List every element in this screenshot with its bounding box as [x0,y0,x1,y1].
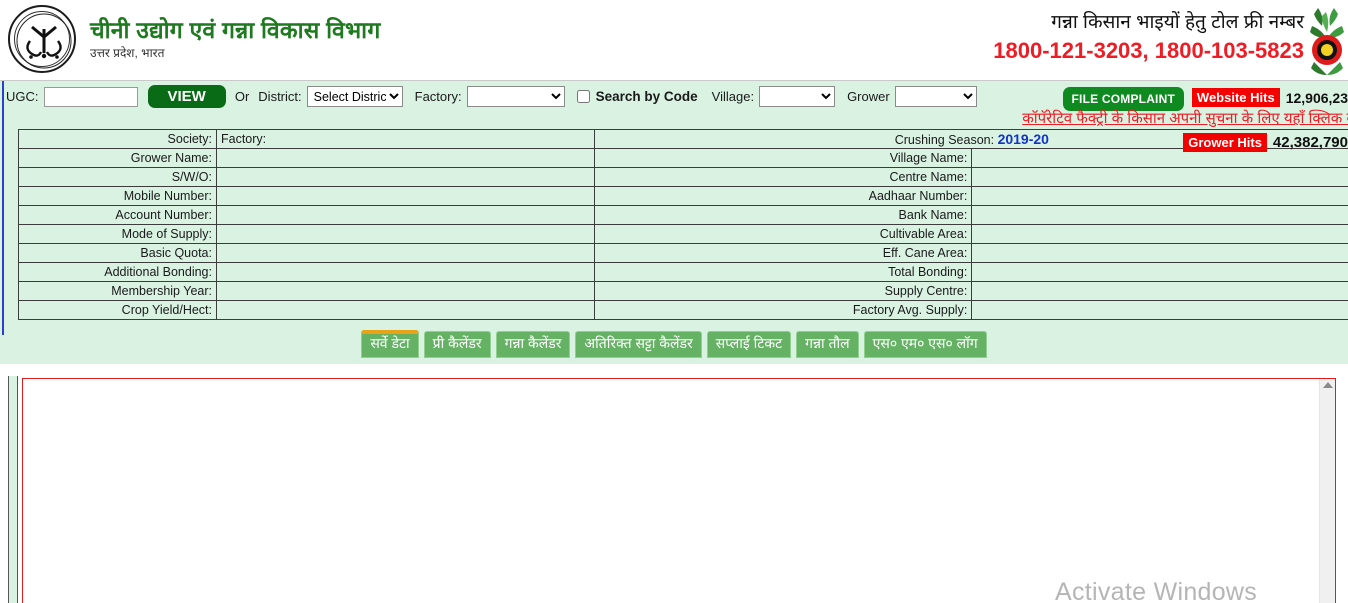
detail-right-label: Supply Centre: [593,281,973,301]
table-row: Account Number: Bank Name: [18,205,1348,225]
grower-hits-value: 42,382,790 [1272,134,1348,151]
tab-content-pane [22,378,1336,603]
department-subtitle: उत्तर प्रदेश, भारत [90,46,165,61]
detail-right-label: Village Name: [593,148,973,168]
grower-hits-tag: Grower Hits [1183,133,1267,152]
tollfree-label: गन्ना किसान भाइयों हेतु टोल फ्री नम्बर [1051,12,1304,33]
detail-right-value [971,186,1348,206]
detail-left-label: Crop Yield/Hect: [18,300,217,320]
grower-details-panel: Society: Factory: Crushing Season: 2019-… [0,127,1348,326]
grower-details-table: Society: Factory: Crushing Season: 2019-… [18,129,1348,320]
district-select[interactable]: Select District [306,86,403,107]
detail-left-label: Basic Quota: [18,243,217,263]
view-button[interactable]: VIEW [147,85,226,108]
detail-right-value [971,224,1348,244]
department-name-block: चीनी उद्योग एवं गन्ना विकास विभाग उत्तर … [90,17,381,61]
detail-left-value [216,300,595,320]
header-brand: चीनी उद्योग एवं गन्ना विकास विभाग उत्तर … [8,5,381,73]
table-row: Mode of Supply: Cultivable Area: [18,224,1348,244]
table-row-header: Society: Factory: Crushing Season: 2019-… [18,129,1348,149]
table-row: Crop Yield/Hect: Factory Avg. Supply: [18,300,1348,320]
table-row: Mobile Number: Aadhaar Number: [18,186,1348,206]
detail-right-label: Centre Name: [593,167,973,187]
sugarcane-emblem-icon [1304,4,1348,78]
detail-left-value [216,224,595,244]
table-row: Additional Bonding: Total Bonding: [18,262,1348,282]
detail-right-value [971,205,1348,225]
society-label: Society: [18,129,217,149]
grower-hits: Grower Hits 42,382,790 [1183,133,1348,152]
detail-right-label: Aadhaar Number: [593,186,973,206]
tab-1[interactable]: प्री कैलेंडर [423,331,491,358]
detail-left-label: Grower Name: [18,148,217,168]
detail-left-value [216,262,595,282]
detail-left-value [216,148,595,168]
district-label: District: [258,89,302,104]
detail-right-label: Eff. Cane Area: [593,243,973,263]
search-by-code-label: Search by Code [595,89,698,104]
detail-right-value [971,243,1348,263]
tab-content-body [23,379,1335,391]
page-left-rule [2,81,4,335]
detail-right-value [971,281,1348,301]
tab-6[interactable]: एस० एम० एस० लॉग [863,331,987,358]
detail-left-label: Mobile Number: [18,186,217,206]
detail-right-value [971,262,1348,282]
search-by-code-checkbox[interactable] [576,90,590,103]
department-title: चीनी उद्योग एवं गन्ना विकास विभाग [90,16,381,43]
detail-left-value [216,281,595,301]
uttar-pradesh-government-emblem-icon [8,5,76,73]
detail-left-value [216,205,595,225]
grower-label: Grower [847,89,890,104]
site-header: चीनी उद्योग एवं गन्ना विकास विभाग उत्तर … [0,0,1348,81]
detail-left-label: Additional Bonding: [18,262,217,282]
crushing-season-label: Crushing Season: [894,133,995,147]
detail-right-label: Total Bonding: [593,262,973,282]
tab-5[interactable]: गन्ना तौल [796,331,859,358]
grower-select[interactable] [894,86,977,107]
crushing-season-value: 2019-20 [997,131,1049,147]
table-row: Grower Name: Village Name: [18,148,1348,168]
factory-label: Factory: [414,89,462,104]
page-root: चीनी उद्योग एवं गन्ना विकास विभाग उत्तर … [0,0,1348,603]
content-scrollbar[interactable] [1319,379,1335,603]
content-gutter [8,376,18,603]
ugc-label: UGC: [6,89,39,104]
cooperative-factory-link[interactable]: कॉपॅरेटिव फैक्ट्री के किसान अपनी सुचना क… [1022,108,1348,127]
tollfree-numbers: 1800-121-3203, 1800-103-5823 [993,38,1304,63]
detail-rows-body: Grower Name: Village Name: S/W/O: Centre Na… [18,148,1348,320]
factory-label-cell: Factory: [216,129,595,149]
tab-3[interactable]: अतिरिक्त सट्टा कैलेंडर [575,331,702,358]
detail-right-value [971,167,1348,187]
detail-right-label: Cultivable Area: [593,224,973,244]
village-label: Village: [711,89,755,104]
detail-left-value [216,186,595,206]
scroll-up-arrow-icon[interactable] [1322,382,1333,388]
table-row: Basic Quota: Eff. Cane Area: [18,243,1348,263]
detail-left-label: Mode of Supply: [18,224,217,244]
search-toolbar: UGC: VIEW Or District: Select District F… [0,81,1348,127]
ugc-input[interactable] [43,86,138,107]
detail-left-value [216,167,595,187]
detail-right-value [971,300,1348,320]
website-hits-tag: Website Hits [1191,88,1280,107]
detail-right-label: Bank Name: [593,205,973,225]
tab-4[interactable]: सप्लाई टिकट [706,331,792,358]
village-select[interactable] [759,86,836,107]
tollfree-block: गन्ना किसान भाइयों हेतु टोल फ्री नम्बर 1… [993,8,1304,64]
detail-right-label: Factory Avg. Supply: [593,300,973,320]
detail-left-label: S/W/O: [18,167,217,187]
tab-bar: सर्वे डेटा प्री कैलेंडर गन्ना कैलेंडर अतिरि… [0,326,1348,364]
website-hits: Website Hits 12,906,23 [1191,88,1348,107]
detail-left-value [216,243,595,263]
factory-select[interactable] [466,86,565,107]
detail-left-label: Membership Year: [18,281,217,301]
or-text: Or [234,89,250,104]
tab-0[interactable]: सर्वे डेटा [361,330,419,358]
detail-left-label: Account Number: [18,205,217,225]
website-hits-value: 12,906,23 [1285,89,1348,106]
table-row: Membership Year: Supply Centre: [18,281,1348,301]
tab-2[interactable]: गन्ना कैलेंडर [495,331,571,358]
table-row: S/W/O: Centre Name: [18,167,1348,187]
